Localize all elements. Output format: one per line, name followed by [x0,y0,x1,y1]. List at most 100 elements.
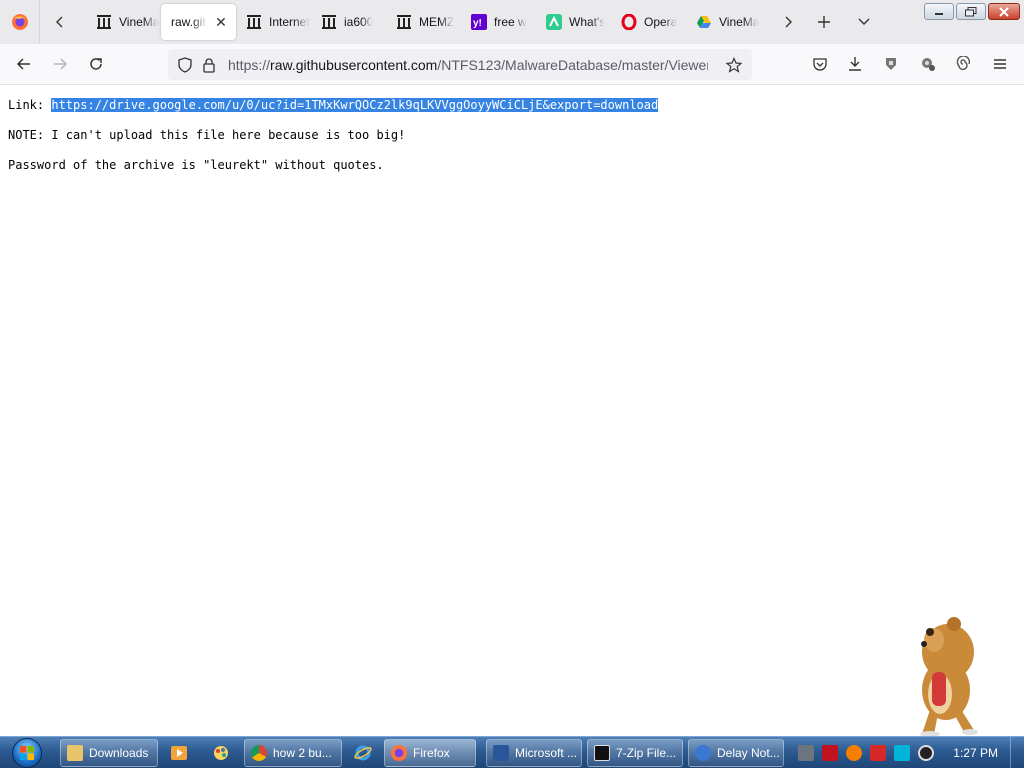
extension-spiral-icon [956,56,971,71]
link-label: Link: [8,98,52,112]
minimize-button[interactable] [924,3,954,20]
extension-button-1[interactable] [876,49,906,79]
taskbar-label: 7-Zip File... [616,746,677,760]
archive-icon [246,14,262,30]
google-drive-icon [696,14,712,30]
taskbar-firefox[interactable]: Firefox [384,739,476,767]
tab-vinema-1[interactable]: VineMa [86,4,161,40]
url-prefix: https:// [228,56,271,73]
restore-button[interactable] [956,3,986,20]
star-icon [726,57,742,73]
hamster-desktop-pet[interactable] [894,610,986,738]
help-icon [695,745,711,761]
tab-title: Internet [269,15,310,29]
extension-gear-icon [922,58,935,71]
media-player-icon [171,746,187,760]
tab-yahoo[interactable]: y! free w [461,4,536,40]
back-arrow-icon [16,58,30,70]
apkmirror-icon [546,14,562,30]
extension-button-3[interactable] [948,49,978,79]
tracking-protection-icon[interactable] [172,56,198,73]
show-desktop-button[interactable] [1010,737,1024,769]
tab-ia600[interactable]: ia600 [311,4,386,40]
taskbar-downloads[interactable]: Downloads [60,739,158,767]
back-button[interactable] [9,49,39,79]
windows-taskbar: Downloads how 2 bu... Firefox Microsoft … [0,736,1024,769]
firefox-view-button[interactable] [0,0,40,44]
tab-memz[interactable]: MEMZ [386,4,461,40]
new-tab-button[interactable] [808,6,840,38]
reload-button[interactable] [81,49,111,79]
start-button[interactable] [6,737,48,769]
downloads-button[interactable] [840,49,870,79]
chrome-icon [251,745,267,761]
forward-arrow-icon [54,58,68,70]
restore-icon [965,6,977,16]
tab-title: raw.gith [171,15,207,29]
close-window-button[interactable] [988,3,1020,20]
list-all-tabs-button[interactable] [848,6,880,38]
taskbar-7zip[interactable]: 7-Zip File... [587,739,683,767]
word-icon [493,745,509,761]
tab-raw-github[interactable]: raw.gith ✕ [161,4,236,40]
taskbar-delay-notification[interactable]: Delay Not... [688,739,784,767]
plus-icon [818,16,830,28]
tray-display-icon[interactable] [894,745,910,761]
pocket-icon [813,58,827,71]
url-text[interactable]: https://raw.githubusercontent.com/NTFS12… [228,57,708,73]
extension-shield-icon [886,58,896,70]
tab-vinema-drive[interactable]: VineMa [686,4,761,40]
archive-icon [96,14,112,30]
taskbar-chrome[interactable]: how 2 bu... [244,739,342,767]
tab-apkmirror[interactable]: What's [536,4,611,40]
opera-icon [621,14,637,30]
taskbar-paint[interactable] [204,739,238,767]
reload-icon [90,58,102,70]
drive-link-text[interactable]: https://drive.google.com/u/0/uc?id=1TMxK… [51,98,659,112]
taskbar-label: Microsoft ... [515,746,578,760]
taskbar-label: Downloads [89,746,149,760]
tray-network-icon[interactable] [798,745,814,761]
hamburger-menu-icon [994,59,1006,69]
tab-internet-archive[interactable]: Internet [236,4,311,40]
tab-title: Opera [644,15,678,29]
tab-title: What's [569,15,606,29]
taskbar-internet-explorer[interactable] [346,739,380,767]
taskbar-microsoft-word[interactable]: Microsoft ... [486,739,582,767]
lock-icon[interactable] [198,57,220,73]
taskbar-label: how 2 bu... [273,746,332,760]
password-text: Password of the archive is "leurekt" wit… [8,158,384,172]
tray-flag-icon[interactable] [870,745,886,761]
taskbar-media-player[interactable] [162,739,196,767]
close-tab-button[interactable]: ✕ [212,13,230,31]
internet-explorer-icon [354,745,372,761]
tray-search-icon[interactable] [846,745,862,761]
yahoo-icon: y! [471,14,487,30]
tab-title: MEMZ [419,15,455,29]
download-icon [849,57,861,71]
bookmark-star-button[interactable] [724,55,744,75]
tab-scroll-right-button[interactable] [772,6,804,38]
forward-button[interactable] [45,49,75,79]
url-path: /NTFS123/MalwareDatabase/master/Viewer-P… [437,56,708,73]
paint-icon [214,746,228,760]
minimize-icon [935,12,943,15]
navigation-toolbar: https://raw.githubusercontent.com/NTFS12… [0,44,1024,85]
app-menu-button[interactable] [985,49,1015,79]
svg-text:y!: y! [473,18,482,29]
taskbar-clock[interactable]: 1:27 PM [953,746,998,760]
tab-scroll-left-button[interactable] [44,6,76,38]
link-line: Link: https://drive.google.com/u/0/uc?id… [8,98,659,112]
7zip-icon [594,745,610,761]
extension-button-2[interactable] [913,49,943,79]
archive-icon [321,14,337,30]
tray-speaker-icon[interactable] [918,745,934,761]
tab-title: free w [494,15,527,29]
address-bar[interactable]: https://raw.githubusercontent.com/NTFS12… [168,49,752,80]
firefox-icon [391,745,407,761]
pocket-button[interactable] [805,49,835,79]
taskbar-label: Delay Not... [717,746,780,760]
tab-opera[interactable]: Opera [611,4,686,40]
tray-v-icon[interactable] [822,745,838,761]
folder-icon [67,745,83,761]
